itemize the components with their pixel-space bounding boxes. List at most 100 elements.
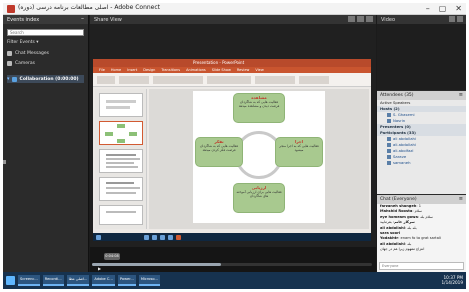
taskbar-app-icon xyxy=(152,234,157,240)
person-icon xyxy=(387,137,391,141)
node-text: فعالیت هایی که به شاگردان فرصت دیدن و مش… xyxy=(238,100,280,108)
maximize-button[interactable]: ▢ xyxy=(439,3,447,15)
person-icon xyxy=(387,143,391,147)
video-feed xyxy=(377,24,466,90)
share-title: Share xyxy=(94,17,109,23)
chat-header: Chat (Everyone) ≡ xyxy=(377,195,466,204)
pod-menu-icon[interactable] xyxy=(366,16,373,22)
editing-group[interactable] xyxy=(299,76,329,84)
slide-thumbnail[interactable] xyxy=(99,93,143,117)
events-header: Events index – xyxy=(3,15,88,24)
drawing-group[interactable] xyxy=(255,76,295,84)
event-item-label: Chat Messages xyxy=(15,50,50,56)
seek-time-tooltip: 0:04:08 xyxy=(104,253,120,260)
pod-menu-icon[interactable] xyxy=(457,16,463,22)
taskbar-button[interactable]: Adobe C... xyxy=(92,275,115,286)
slide-thumbnails xyxy=(95,89,147,229)
layout-icon[interactable] xyxy=(348,16,355,22)
clock-date: 1/14/2019 xyxy=(441,280,463,285)
collaboration-icon xyxy=(11,76,17,82)
taskbar-button[interactable]: Recordi... xyxy=(42,275,64,286)
filter-dropdown[interactable]: Filter Events ▾ xyxy=(7,39,84,46)
collapse-icon[interactable]: – xyxy=(81,15,84,22)
event-item-collaboration[interactable]: ▾ Collaboration (0:00:00) xyxy=(7,75,84,83)
node-text: فعالیت هایی که به شاگردان فرصت فکر کردن … xyxy=(200,144,238,152)
view-label[interactable]: View xyxy=(110,17,122,23)
slide-thumbnail[interactable] xyxy=(99,149,143,173)
fullscreen-icon[interactable] xyxy=(357,16,364,22)
event-item-chat[interactable]: Chat Messages xyxy=(7,49,84,57)
event-item-label: Collaboration (0:00:00) xyxy=(19,76,79,82)
person-icon xyxy=(387,155,391,159)
playback-progress-fill xyxy=(92,263,221,266)
slide-thumbnail[interactable] xyxy=(99,177,143,201)
start-icon xyxy=(96,234,101,240)
event-item-cameras[interactable]: Cameras xyxy=(7,59,84,67)
playback-play-button[interactable]: ▶ xyxy=(98,266,101,271)
chat-input[interactable]: Everyone xyxy=(379,262,464,270)
cycle-node: ارزیابی فعالیت هایی برای ارزیابی آموخته … xyxy=(233,183,285,213)
app-window: اصلی مطالعات برنامه درسی (دوره) - Adobe … xyxy=(3,3,466,289)
pod-menu-icon[interactable]: ≡ xyxy=(459,92,463,98)
share-pod: Share View Presentation - PowerPoint Fil… xyxy=(90,15,376,272)
video-pod-controls xyxy=(449,16,463,22)
slide-thumbnail[interactable] xyxy=(99,205,143,225)
chevron-down-icon[interactable]: ▾ xyxy=(7,76,10,82)
person-icon xyxy=(387,119,391,123)
person-icon xyxy=(387,113,391,117)
attendee-row[interactable]: samaneh xyxy=(377,160,466,166)
title-bar: اصلی مطالعات برنامه درسی (دوره) - Adobe … xyxy=(3,3,466,15)
windows-start-icon[interactable] xyxy=(6,276,15,285)
fullscreen-icon[interactable] xyxy=(449,16,455,22)
events-title: Events index xyxy=(7,17,40,23)
attendee-name: samaneh xyxy=(393,160,411,165)
video-title: Video xyxy=(381,17,396,23)
playback-controls: 0:04:08 ▶ xyxy=(90,247,376,272)
node-text: فعالیت هایی برای ارزیابی آموخته های شاگر… xyxy=(236,190,282,198)
slides-group[interactable] xyxy=(119,76,149,84)
playback-progress-bar[interactable] xyxy=(92,263,372,266)
pod-menu-icon[interactable]: ≡ xyxy=(459,196,463,202)
attendee-name: ali.abdollahi xyxy=(393,142,417,147)
system-clock[interactable]: 10:37 PM 1/14/2019 xyxy=(442,275,463,285)
attendee-name: ali abdollahi xyxy=(393,136,417,141)
taskbar-button[interactable]: Screenc... xyxy=(18,275,40,286)
search-input[interactable]: Search xyxy=(7,29,84,36)
person-icon xyxy=(387,149,391,153)
node-text: فعالیت هایی که به اجرا منجر میشود xyxy=(279,144,319,152)
person-icon xyxy=(387,161,391,165)
cycle-node: مشاهده فعالیت هایی که به شاگردان فرصت دی… xyxy=(233,93,285,123)
share-header: Share View xyxy=(90,15,376,24)
adobe-connect-icon xyxy=(7,5,15,13)
cycle-node: تفکر فعالیت هایی که به شاگردان فرصت فکر … xyxy=(195,137,243,167)
events-panel: Events index – Search Filter Events ▾ Ch… xyxy=(3,15,89,272)
cycle-node: اجرا فعالیت هایی که به اجرا منجر میشود xyxy=(275,137,323,167)
chat-icon xyxy=(7,50,12,56)
chat-title: Chat (Everyone) xyxy=(380,197,417,202)
paragraph-group[interactable] xyxy=(207,76,251,84)
taskbar-app-icon xyxy=(144,234,149,240)
slide-thumbnail-selected[interactable] xyxy=(99,121,143,145)
resize-handle[interactable] xyxy=(3,160,6,164)
share-pod-controls xyxy=(348,16,373,22)
taskbar-button[interactable]: Power... xyxy=(117,275,136,286)
font-group[interactable] xyxy=(153,76,203,84)
attendee-name: ali.abolfazl xyxy=(393,148,414,153)
powerpoint-title: Presentation - PowerPoint xyxy=(193,60,245,65)
taskbar-button[interactable]: Microso... xyxy=(138,275,160,286)
minimize-button[interactable]: – xyxy=(426,3,430,15)
taskbar-app-icon xyxy=(168,234,173,240)
taskbar-button[interactable]: اصلی مطا... xyxy=(66,275,90,286)
attendee-name: Sarave xyxy=(393,154,407,159)
powerpoint-window: Presentation - PowerPoint File Home Inse… xyxy=(93,59,371,233)
paste-icon[interactable] xyxy=(97,76,115,84)
ribbon xyxy=(93,73,371,87)
close-button[interactable]: ✕ xyxy=(455,3,462,15)
chat-message: انتزاع مفهوم زیرا هم در جهان xyxy=(380,247,425,252)
slide-canvas: مشاهده فعالیت هایی که به شاگردان فرصت دی… xyxy=(149,89,369,229)
windows-taskbar: Screenc... Recordi... اصلی مطا... Adobe … xyxy=(3,272,466,289)
powerpoint-title-bar: Presentation - PowerPoint xyxy=(93,59,371,67)
taskbar-app-icon xyxy=(160,234,165,240)
window-title: اصلی مطالعات برنامه درسی (دوره) - Adobe … xyxy=(18,4,161,11)
current-slide: مشاهده فعالیت هایی که به شاگردان فرصت دی… xyxy=(193,91,325,223)
